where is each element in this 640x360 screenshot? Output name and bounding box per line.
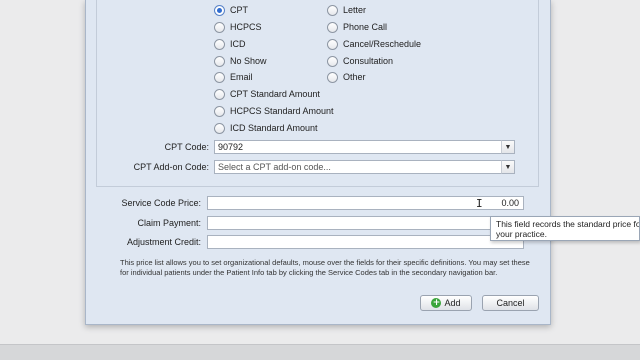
radio-label: Phone Call bbox=[343, 22, 388, 32]
cpt-addon-label: CPT Add-on Code: bbox=[133, 162, 209, 172]
radio-email[interactable]: Email bbox=[214, 70, 253, 84]
radio-label: Consultation bbox=[343, 56, 394, 66]
radio-button[interactable] bbox=[214, 38, 225, 50]
service-price-value: 0.00 bbox=[501, 198, 519, 208]
radio-button[interactable] bbox=[214, 21, 225, 33]
chevron-down-icon[interactable]: ▼ bbox=[501, 140, 515, 154]
radio-hcpcs-standard-amount[interactable]: HCPCS Standard Amount bbox=[214, 104, 334, 118]
radio-label: HCPCS Standard Amount bbox=[230, 106, 334, 116]
add-button-label: Add bbox=[444, 298, 461, 308]
radio-label: Cancel/Reschedule bbox=[343, 39, 422, 49]
radio-button[interactable] bbox=[214, 71, 225, 83]
add-button[interactable]: + Add bbox=[420, 295, 472, 311]
radio-button[interactable] bbox=[214, 122, 225, 134]
radio-label: CPT Standard Amount bbox=[230, 89, 320, 99]
radio-label: HCPCS bbox=[230, 22, 262, 32]
cpt-addon-select[interactable]: Select a CPT add-on code... bbox=[214, 160, 502, 174]
radio-hcpcs[interactable]: HCPCS bbox=[214, 20, 262, 34]
radio-no-show[interactable]: No Show bbox=[214, 54, 267, 68]
adjustment-credit-input[interactable] bbox=[207, 235, 524, 249]
tooltip-line: This field records the standard price fo… bbox=[496, 219, 640, 229]
radio-button[interactable] bbox=[327, 4, 338, 16]
text-cursor-icon: I bbox=[476, 197, 483, 210]
help-text: This price list allows you to set organi… bbox=[120, 258, 530, 277]
radio-label: Letter bbox=[343, 5, 367, 15]
radio-label: No Show bbox=[230, 56, 267, 66]
radio-button[interactable] bbox=[214, 4, 225, 16]
bottom-bar bbox=[0, 344, 640, 360]
adjustment-credit-label: Adjustment Credit: bbox=[126, 237, 201, 247]
radio-label: Other bbox=[343, 72, 366, 82]
claim-payment-input[interactable] bbox=[207, 216, 492, 230]
radio-button[interactable] bbox=[214, 88, 225, 100]
radio-phone-call[interactable]: Phone Call bbox=[327, 20, 387, 34]
service-price-label: Service Code Price: bbox=[121, 198, 201, 208]
radio-button[interactable] bbox=[214, 55, 225, 67]
radio-button[interactable] bbox=[327, 55, 338, 67]
radio-label: CPT bbox=[230, 5, 248, 15]
radio-label: Email bbox=[230, 72, 253, 82]
radio-cancel-reschedule[interactable]: Cancel/Reschedule bbox=[327, 37, 421, 51]
radio-button[interactable] bbox=[327, 71, 338, 83]
radio-label: ICD Standard Amount bbox=[230, 123, 318, 133]
radio-label: ICD bbox=[230, 39, 246, 49]
radio-button[interactable] bbox=[327, 38, 338, 50]
cancel-button-label: Cancel bbox=[496, 298, 525, 308]
radio-icd[interactable]: ICD bbox=[214, 37, 246, 51]
radio-button[interactable] bbox=[214, 105, 225, 117]
radio-consultation[interactable]: Consultation bbox=[327, 54, 393, 68]
radio-letter[interactable]: Letter bbox=[327, 3, 366, 17]
radio-cpt-standard-amount[interactable]: CPT Standard Amount bbox=[214, 87, 320, 101]
cancel-button[interactable]: Cancel bbox=[482, 295, 539, 311]
cpt-code-label: CPT Code: bbox=[164, 142, 209, 152]
tooltip-line: your practice. bbox=[496, 229, 548, 239]
radio-button[interactable] bbox=[327, 21, 338, 33]
radio-icd-standard-amount[interactable]: ICD Standard Amount bbox=[214, 121, 318, 135]
claim-payment-label: Claim Payment: bbox=[137, 218, 201, 228]
plus-circle-icon: + bbox=[431, 298, 442, 308]
cpt-code-select[interactable]: 90792 bbox=[214, 140, 502, 154]
price-tooltip: This field records the standard price fo… bbox=[490, 216, 640, 241]
chevron-down-icon[interactable]: ▼ bbox=[501, 160, 515, 174]
radio-cpt[interactable]: CPT bbox=[214, 3, 248, 17]
radio-other[interactable]: Other bbox=[327, 70, 366, 84]
